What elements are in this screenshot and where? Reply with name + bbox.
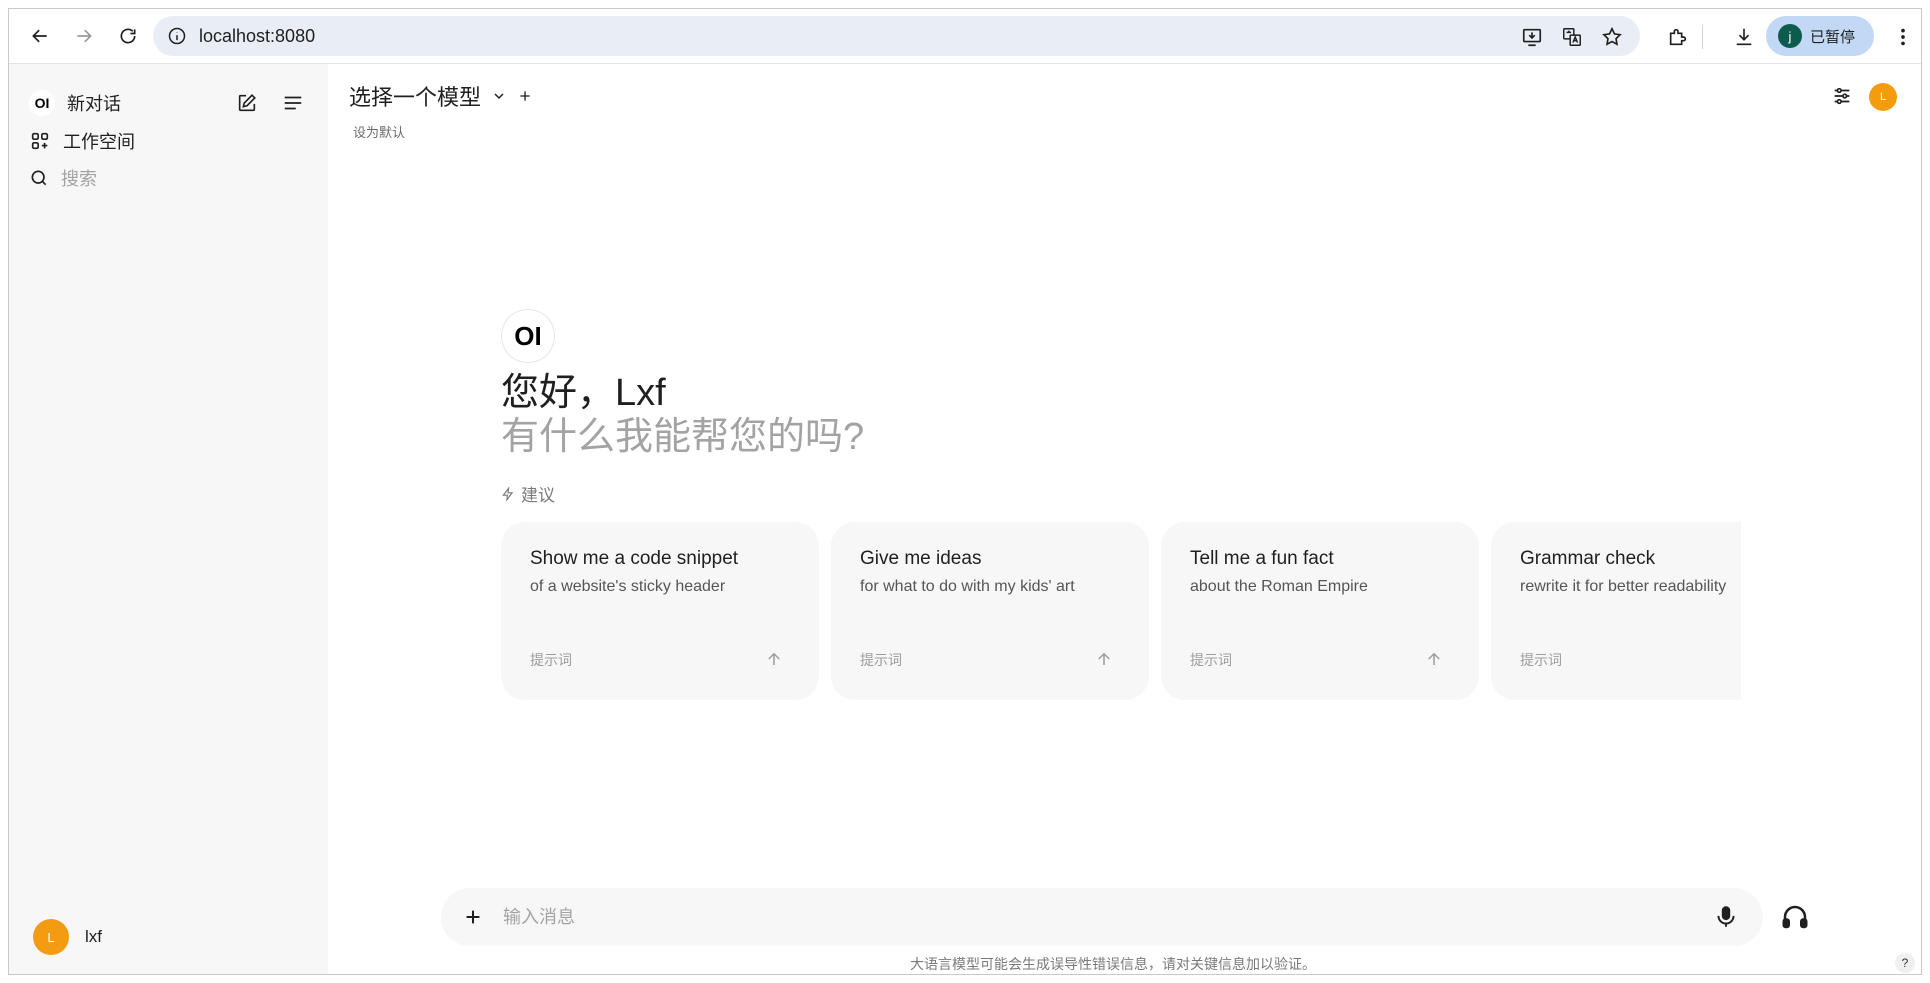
more-vertical-icon bbox=[1901, 28, 1905, 46]
suggestion-title: Tell me a fun fact bbox=[1190, 548, 1334, 569]
suggestion-card[interactable]: Tell me a fun fact about the Roman Empir… bbox=[1161, 522, 1479, 700]
message-input[interactable] bbox=[503, 902, 1603, 932]
suggestion-card[interactable]: Give me ideas for what to do with my kid… bbox=[831, 522, 1149, 700]
suggestion-tag: 提示词 bbox=[1520, 652, 1562, 668]
user-name: lxf bbox=[85, 927, 102, 946]
suggestion-tag: 提示词 bbox=[1190, 652, 1232, 668]
sliders-icon bbox=[1834, 87, 1850, 105]
suggestion-title: Show me a code snippet bbox=[530, 548, 739, 569]
header-user-avatar[interactable]: L bbox=[1869, 83, 1897, 111]
model-logo: OI bbox=[501, 309, 555, 363]
arrow-left-icon bbox=[32, 29, 47, 43]
back-button[interactable] bbox=[25, 21, 55, 51]
url-text[interactable]: localhost:8080 bbox=[199, 26, 315, 47]
browser-toolbar: localhost:8080 j 已暂停 bbox=[9, 9, 1921, 64]
set-default-link[interactable]: 设为默认 bbox=[353, 122, 405, 141]
welcome-section: OI 您好，Lxf 有什么我能帮您的吗? 建议 bbox=[501, 309, 1751, 506]
suggestion-card[interactable]: Show me a code snippet of a website's st… bbox=[501, 522, 819, 700]
greeting-subtitle: 有什么我能帮您的吗? bbox=[501, 416, 865, 458]
toggle-sidebar-button[interactable] bbox=[279, 89, 307, 117]
arrow-up-icon bbox=[1098, 652, 1110, 665]
sidebar: OI 新对话 工作空间 搜索 L lxf bbox=[9, 64, 328, 974]
chevron-down-icon bbox=[494, 93, 504, 100]
forward-button[interactable] bbox=[69, 21, 99, 51]
new-chat-label: 新对话 bbox=[67, 94, 121, 114]
search-icon bbox=[31, 170, 47, 186]
suggestion-subtitle: rewrite it for better readability bbox=[1520, 578, 1727, 595]
suggestion-subtitle: of a website's sticky header bbox=[530, 578, 726, 595]
headphones-icon[interactable] bbox=[1780, 902, 1810, 932]
suggestion-title: Grammar check bbox=[1520, 548, 1656, 569]
browser-menu-button[interactable] bbox=[1890, 24, 1916, 50]
arrow-up-icon bbox=[1428, 652, 1440, 665]
suggestion-tag: 提示词 bbox=[530, 652, 572, 668]
bookmark-star-icon[interactable] bbox=[1601, 26, 1623, 48]
microphone-icon[interactable] bbox=[1713, 904, 1739, 930]
message-composer bbox=[441, 888, 1763, 946]
address-bar[interactable]: localhost:8080 bbox=[153, 16, 1640, 56]
edit-icon bbox=[238, 94, 256, 112]
model-selector[interactable]: 选择一个模型 bbox=[349, 80, 533, 112]
workspace-label: 工作空间 bbox=[63, 132, 135, 152]
app-logo-icon: OI bbox=[29, 90, 55, 116]
bolt-icon bbox=[502, 486, 514, 501]
suggestion-cards: Show me a code snippet of a website's st… bbox=[501, 522, 1741, 702]
reload-icon bbox=[120, 28, 136, 44]
toolbar-divider bbox=[1702, 25, 1703, 49]
profile-avatar: j bbox=[1778, 24, 1802, 48]
plus-icon bbox=[466, 910, 480, 924]
help-button[interactable]: ? bbox=[1895, 953, 1915, 973]
profile-status: 已暂停 bbox=[1810, 28, 1856, 46]
suggestion-title: Give me ideas bbox=[860, 548, 982, 569]
user-menu[interactable]: L lxf bbox=[33, 919, 102, 955]
main-area: 选择一个模型 设为默认 L OI 您好，Lxf 有什么我能帮您的吗? 建议 Sh… bbox=[328, 64, 1921, 974]
suggestion-tag: 提示词 bbox=[860, 652, 902, 668]
menu-lines-icon bbox=[284, 96, 302, 110]
site-info-icon[interactable] bbox=[167, 26, 187, 46]
workspace-item[interactable]: 工作空间 bbox=[29, 128, 135, 154]
extensions-button[interactable] bbox=[1665, 24, 1691, 50]
search-box[interactable]: 搜索 bbox=[29, 165, 97, 191]
arrow-right-icon bbox=[77, 29, 92, 43]
reload-button[interactable] bbox=[113, 21, 143, 51]
add-model-icon[interactable] bbox=[517, 88, 533, 104]
arrow-up-icon bbox=[768, 652, 780, 665]
translate-icon[interactable] bbox=[1561, 26, 1583, 48]
suggestions-heading: 建议 bbox=[501, 481, 1751, 506]
suggestions-label: 建议 bbox=[521, 486, 555, 505]
downloads-button[interactable] bbox=[1731, 24, 1757, 50]
new-chat-button[interactable]: OI 新对话 bbox=[29, 90, 121, 116]
puzzle-icon bbox=[1669, 28, 1687, 46]
user-avatar: L bbox=[33, 919, 69, 955]
search-placeholder[interactable]: 搜索 bbox=[61, 165, 97, 191]
chat-controls-button[interactable] bbox=[1828, 82, 1856, 110]
profile-button[interactable]: j 已暂停 bbox=[1766, 16, 1874, 56]
download-icon bbox=[1736, 28, 1752, 46]
greeting: 您好，Lxf bbox=[501, 372, 666, 414]
disclaimer-text: 大语言模型可能会生成误导性错误信息，请对关键信息加以验证。 bbox=[910, 956, 1316, 972]
app-window: localhost:8080 j 已暂停 OI 新对话 工作空间 搜索 L lx… bbox=[8, 8, 1922, 975]
model-selector-label: 选择一个模型 bbox=[349, 85, 482, 110]
suggestion-subtitle: for what to do with my kids' art bbox=[860, 578, 1075, 595]
workspace-grid-icon bbox=[31, 132, 49, 150]
suggestion-subtitle: about the Roman Empire bbox=[1190, 578, 1368, 595]
compose-button[interactable] bbox=[233, 89, 261, 117]
attach-button[interactable] bbox=[459, 903, 487, 931]
install-app-icon[interactable] bbox=[1521, 26, 1543, 48]
suggestion-card[interactable]: Grammar check rewrite it for better read… bbox=[1491, 522, 1741, 700]
